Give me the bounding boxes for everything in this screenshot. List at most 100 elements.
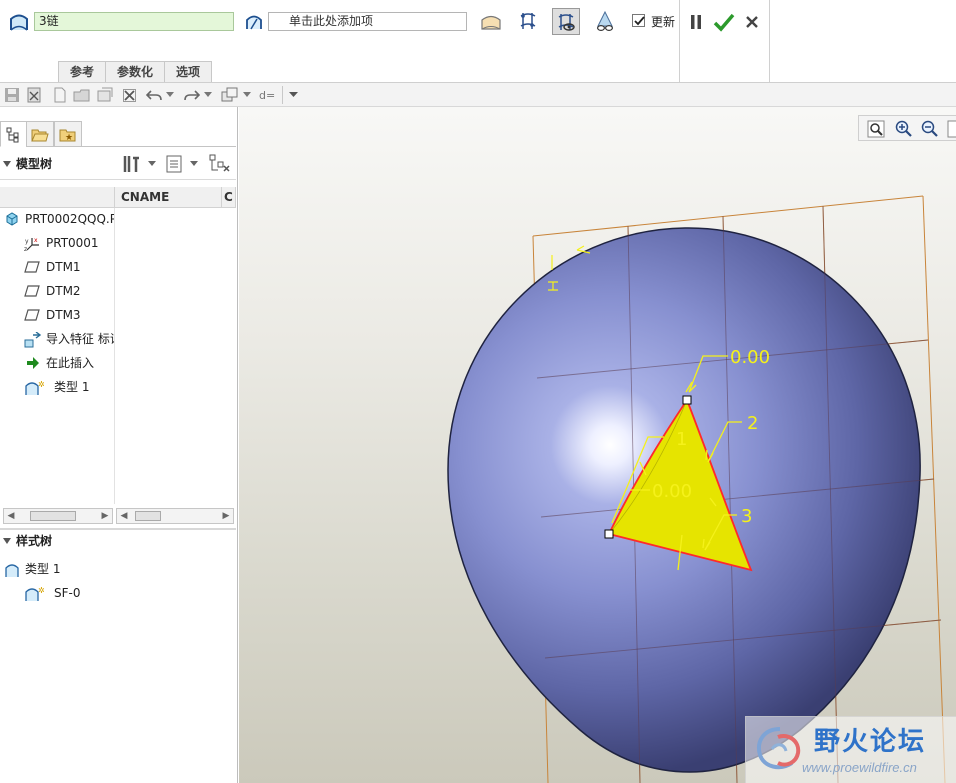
close-window-icon[interactable] <box>123 89 136 102</box>
tree-item-insert-here[interactable]: 在此插入 <box>0 352 114 374</box>
zoom-in-icon[interactable] <box>895 120 913 138</box>
svg-text:✲: ✲ <box>38 380 44 389</box>
settings-dropdown-icon[interactable] <box>148 161 156 167</box>
edge-label-1[interactable]: 1 <box>676 429 687 450</box>
windows-dropdown-icon[interactable] <box>243 92 251 98</box>
pause-icon[interactable] <box>689 14 703 30</box>
scrollbar-thumb[interactable] <box>30 511 76 521</box>
update-label: 更新 <box>651 15 676 29</box>
redo-dropdown-icon[interactable] <box>204 92 212 98</box>
style-tree-item-type1[interactable]: 类型 1 <box>0 558 236 580</box>
part-icon <box>6 212 18 226</box>
tab-favorites[interactable]: ★ <box>54 121 82 147</box>
style-tree-header[interactable]: 样式树 <box>0 530 236 552</box>
model-tree-icon <box>6 127 19 143</box>
tree-columns-icon[interactable] <box>209 154 231 174</box>
zoom-out-icon[interactable] <box>921 120 939 138</box>
collapse-arrow-icon[interactable] <box>3 161 11 167</box>
cross-chain-icon[interactable] <box>243 11 265 33</box>
edge-label-2[interactable]: 2 <box>747 413 758 434</box>
scroll-right-arrow-icon[interactable]: ▶ <box>219 509 233 523</box>
quick-access-toolbar: d= <box>0 83 956 107</box>
show-dropdown-icon[interactable] <box>190 161 198 167</box>
model-graphics[interactable]: 0.00 0.00 1 2 3 <box>239 107 956 783</box>
save-icon[interactable] <box>4 87 20 103</box>
tab-references[interactable]: 参考 <box>58 61 107 82</box>
tree-item-style-feature[interactable]: ✲ 类型 1 <box>0 376 114 398</box>
tree-horizontal-scrollbar[interactable]: ◀ ▶ <box>3 508 113 524</box>
tab-model-tree[interactable] <box>0 121 28 147</box>
scroll-left-arrow-icon[interactable]: ◀ <box>117 509 131 523</box>
columns-horizontal-scrollbar[interactable]: ◀ ▶ <box>116 508 234 524</box>
tree-item-import-feature[interactable]: 导入特征 标识 <box>0 328 114 350</box>
scroll-left-arrow-icon[interactable]: ◀ <box>4 509 18 523</box>
customize-toolbar-dropdown-icon[interactable] <box>289 92 298 98</box>
redo-icon[interactable] <box>184 88 200 102</box>
svg-text:z: z <box>24 246 27 252</box>
analysis-toggle-frame[interactable] <box>552 8 580 35</box>
tree-item-dtm3[interactable]: DTM3 <box>0 304 114 326</box>
cancel-x-icon[interactable] <box>745 15 759 29</box>
tree-item-csys[interactable]: xyz PRT0001 <box>0 232 114 254</box>
column-header-tree[interactable] <box>0 187 115 208</box>
curvature-analysis-icon <box>558 14 575 31</box>
vertex-handle-top[interactable] <box>682 395 692 405</box>
tab-folder-browser[interactable] <box>26 121 54 147</box>
curve-network-icon[interactable] <box>517 10 539 32</box>
show-options-icon[interactable] <box>165 154 183 174</box>
column-divider <box>114 208 115 504</box>
style-feature-icon: ✲ <box>25 380 44 395</box>
refit-icon[interactable] <box>867 120 885 138</box>
boundary-blend-icon[interactable] <box>8 11 30 33</box>
ok-check-icon[interactable] <box>713 11 735 33</box>
csys-icon: xyz <box>24 237 39 252</box>
datum-plane-icon <box>24 285 40 297</box>
collapse-arrow-icon[interactable] <box>3 538 11 544</box>
svg-text:★: ★ <box>65 133 73 143</box>
surface-display-icon[interactable] <box>479 11 503 33</box>
tree-item-dtm2[interactable]: DTM2 <box>0 280 114 302</box>
tab-parameterize[interactable]: 参数化 <box>105 61 166 82</box>
tab-baseline <box>82 146 236 147</box>
dashboard-tabs: 参考 参数化 选项 <box>58 61 213 82</box>
edge-label-3[interactable]: 3 <box>741 506 752 527</box>
watermark-url: www.proewildfire.cn <box>802 760 917 775</box>
add-item-collector[interactable]: 单击此处添加项 <box>268 12 467 31</box>
tree-settings-tools-icon[interactable] <box>122 154 142 174</box>
insert-here-icon <box>27 357 39 369</box>
watermark-text: 野火论坛 <box>814 727 927 757</box>
import-feature-icon <box>24 332 42 348</box>
model-tree-title: 模型树 <box>16 157 53 171</box>
window-icon[interactable] <box>97 87 113 103</box>
style-feature-icon <box>5 564 19 577</box>
toolbar-separator <box>282 86 283 104</box>
column-header-c[interactable]: C <box>222 187 236 208</box>
preview-glasses-icon[interactable] <box>593 9 617 33</box>
scroll-right-arrow-icon[interactable]: ▶ <box>98 509 112 523</box>
style-surface-icon: ✲ <box>25 586 44 601</box>
forum-logo-icon <box>757 727 801 770</box>
svg-text:y: y <box>25 238 29 245</box>
vertex-handle-left[interactable] <box>604 529 614 539</box>
style-tree-item-sf0[interactable]: ✲ SF-0 <box>0 582 236 604</box>
windows-switch-icon[interactable] <box>221 87 239 103</box>
open-file-icon[interactable] <box>73 87 91 103</box>
graphics-viewport[interactable]: 0.00 0.00 1 2 3 <box>239 107 956 783</box>
tree-item-dtm1[interactable]: DTM1 <box>0 256 114 278</box>
tab-options[interactable]: 选项 <box>164 61 213 82</box>
tree-item-part[interactable]: PRT0002QQQ.P <box>0 208 114 230</box>
repaint-icon[interactable] <box>947 120 956 138</box>
update-checkbox[interactable] <box>632 14 645 27</box>
column-header-cname[interactable]: CNAME <box>115 187 222 208</box>
scrollbar-thumb[interactable] <box>135 511 161 521</box>
model-tree-header[interactable]: 模型树 <box>0 153 236 175</box>
center-value-label[interactable]: 0.00 <box>652 481 692 502</box>
top-value-label[interactable]: 0.00 <box>730 347 770 368</box>
undo-icon[interactable] <box>146 88 162 102</box>
relations-icon[interactable]: d= <box>258 87 276 103</box>
chain-collector-field[interactable]: 3链 <box>34 12 234 31</box>
undo-dropdown-icon[interactable] <box>166 92 174 98</box>
regenerate-icon[interactable] <box>26 87 42 103</box>
new-file-icon[interactable] <box>52 87 68 103</box>
svg-text:✲: ✲ <box>38 586 44 595</box>
